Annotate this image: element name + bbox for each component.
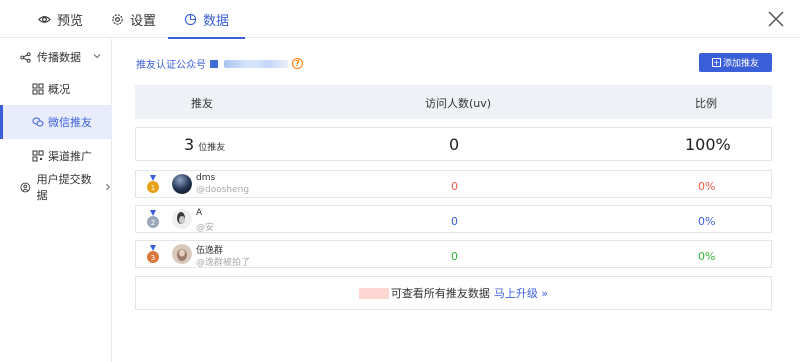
table-header: 推友 访问人数(uv) 比例	[135, 85, 772, 119]
upgrade-banner: 可查看所有推友数据 马上升级 »	[135, 276, 772, 310]
pie-chart-icon	[184, 13, 197, 25]
plan-name-blurred	[358, 287, 389, 299]
user-icon	[20, 182, 31, 192]
bronze-medal-icon: 3	[147, 245, 159, 263]
tab-label: 预览	[57, 13, 84, 29]
upgrade-link[interactable]: 马上升级 »	[494, 285, 548, 301]
sidebar: 传播数据 概况 微信推友 渠道推广 用户提交数据	[0, 39, 112, 362]
account-name-blurred	[224, 59, 288, 68]
row-uv: 0	[451, 250, 458, 263]
svg-text:1: 1	[151, 184, 155, 192]
wechat-icon	[32, 117, 44, 127]
sidebar-item-wechat-promoters[interactable]: 微信推友	[0, 105, 112, 139]
tab-label: 设置	[130, 13, 157, 29]
sidebar-item-overview[interactable]: 概况	[0, 73, 112, 105]
avatar	[172, 209, 192, 229]
row-uv: 0	[451, 180, 458, 193]
promoter-count: 3 位推友	[184, 135, 225, 154]
tab-data[interactable]: 数据	[167, 0, 246, 39]
promoter-handle: @逸群被拍了	[196, 258, 251, 268]
grid-icon	[32, 83, 44, 95]
share-icon	[20, 51, 31, 63]
eye-icon	[38, 15, 51, 23]
count-value: 3	[184, 135, 195, 154]
gear-icon	[112, 13, 123, 25]
row-ratio: 0%	[698, 180, 716, 193]
table-row: 3 伍逸群 @逸群被拍了 0 0%	[135, 240, 772, 268]
column-header-ratio: 比例	[695, 97, 717, 110]
table-row: 2 A @安 0 0%	[135, 205, 772, 233]
tab-preview[interactable]: 预览	[38, 0, 83, 38]
column-header-uv: 访问人数(uv)	[425, 97, 492, 110]
total-uv: 0	[449, 135, 460, 154]
row-ratio: 0%	[698, 215, 716, 228]
sidebar-group-spread-data[interactable]: 传播数据	[0, 41, 112, 73]
total-ratio: 100%	[685, 135, 731, 154]
add-promoter-label: 添加推友	[722, 59, 759, 69]
account-avatar-blurred	[210, 59, 218, 68]
summary-row: 3 位推友 0 100%	[135, 127, 772, 161]
help-icon[interactable]: ?	[292, 58, 303, 69]
table-row: 1 dms @doosheng 0 0%	[135, 170, 772, 198]
svg-text:2: 2	[151, 219, 155, 227]
sidebar-group-label: 用户提交数据	[36, 173, 92, 202]
chevron-down-icon	[93, 54, 101, 59]
promoter-name: dms	[196, 173, 216, 183]
upgrade-text: 可查看所有推友数据	[390, 287, 490, 300]
sidebar-item-channel-promotion[interactable]: 渠道推广	[0, 140, 112, 172]
sidebar-item-label: 微信推友	[48, 116, 92, 129]
row-ratio: 0%	[698, 250, 716, 263]
promoter-handle: @doosheng	[196, 185, 250, 195]
count-unit: 位推友	[198, 143, 226, 153]
row-uv: 0	[451, 215, 458, 228]
close-icon[interactable]	[766, 9, 786, 29]
avatar	[172, 244, 192, 264]
tab-label: 数据	[203, 13, 230, 29]
silver-medal-icon: 2	[147, 210, 159, 228]
top-tab-bar: 预览 设置 数据	[0, 0, 800, 39]
sidebar-group-label: 传播数据	[37, 51, 81, 64]
promoter-name: A	[196, 208, 203, 218]
sidebar-group-user-submissions[interactable]: 用户提交数据	[0, 171, 112, 203]
qrcode-icon	[32, 150, 44, 162]
sidebar-item-label: 渠道推广	[48, 150, 92, 163]
promoter-account-line: 推友认证公众号 ?	[136, 56, 303, 71]
tab-settings[interactable]: 设置	[111, 0, 156, 38]
column-header-promoter: 推友	[191, 97, 213, 110]
sidebar-item-label: 概况	[48, 83, 70, 96]
gold-medal-icon: 1	[147, 175, 159, 193]
avatar	[172, 174, 192, 194]
plus-icon: +	[711, 57, 721, 67]
account-label: 推友认证公众号	[136, 60, 206, 71]
svg-text:3: 3	[151, 254, 155, 262]
chevron-right-icon	[106, 183, 111, 191]
add-promoter-button[interactable]: + 添加推友	[699, 53, 772, 72]
promoter-handle: @安	[196, 223, 215, 233]
